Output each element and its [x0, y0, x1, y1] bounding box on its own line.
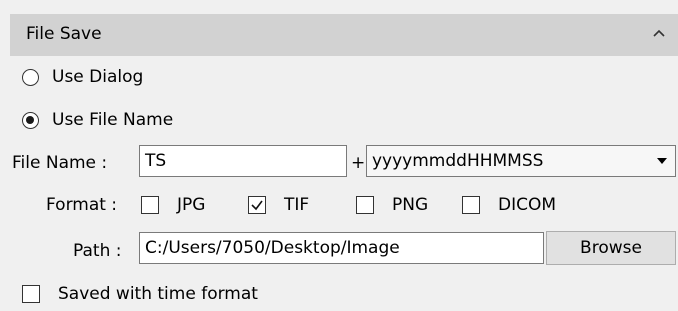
path-input[interactable]: C:/Users/7050/Desktop/Image — [139, 232, 544, 264]
use-file-name-option[interactable]: Use File Name — [10, 105, 310, 137]
png-label: PNG — [392, 195, 429, 215]
name-format-select[interactable]: yyyymmddHHMMSS — [366, 145, 676, 177]
section-header[interactable]: File Save — [10, 14, 678, 56]
file-name-input[interactable]: TS — [139, 145, 347, 177]
use-dialog-label: Use Dialog — [52, 67, 144, 87]
chevron-up-icon[interactable] — [648, 22, 670, 44]
time-format-label: Saved with time format — [58, 284, 258, 304]
path-label: Path : — [73, 241, 122, 261]
browse-button[interactable]: Browse — [546, 231, 676, 265]
jpg-label: JPG — [177, 195, 206, 215]
png-checkbox[interactable] — [356, 196, 374, 214]
chevron-down-icon[interactable] — [657, 158, 667, 164]
tif-label: TIF — [284, 195, 310, 215]
use-dialog-option[interactable]: Use Dialog — [10, 62, 310, 94]
use-dialog-radio[interactable] — [22, 69, 39, 86]
time-format-checkbox[interactable] — [22, 285, 40, 303]
tif-checkbox[interactable] — [248, 196, 266, 214]
file-save-panel: File Save Use Dialog Use File Name File … — [0, 0, 678, 311]
check-icon — [251, 200, 263, 211]
use-file-name-label: Use File Name — [52, 110, 174, 130]
dicom-checkbox[interactable] — [462, 196, 480, 214]
file-name-label: File Name : — [12, 153, 108, 173]
name-format-value: yyyymmddHHMMSS — [372, 151, 544, 171]
use-file-name-radio[interactable] — [22, 112, 39, 129]
dicom-label: DICOM — [498, 195, 557, 215]
format-label: Format : — [46, 195, 118, 215]
section-title: File Save — [26, 24, 102, 44]
plus-sign: + — [351, 153, 366, 173]
jpg-checkbox[interactable] — [141, 196, 159, 214]
